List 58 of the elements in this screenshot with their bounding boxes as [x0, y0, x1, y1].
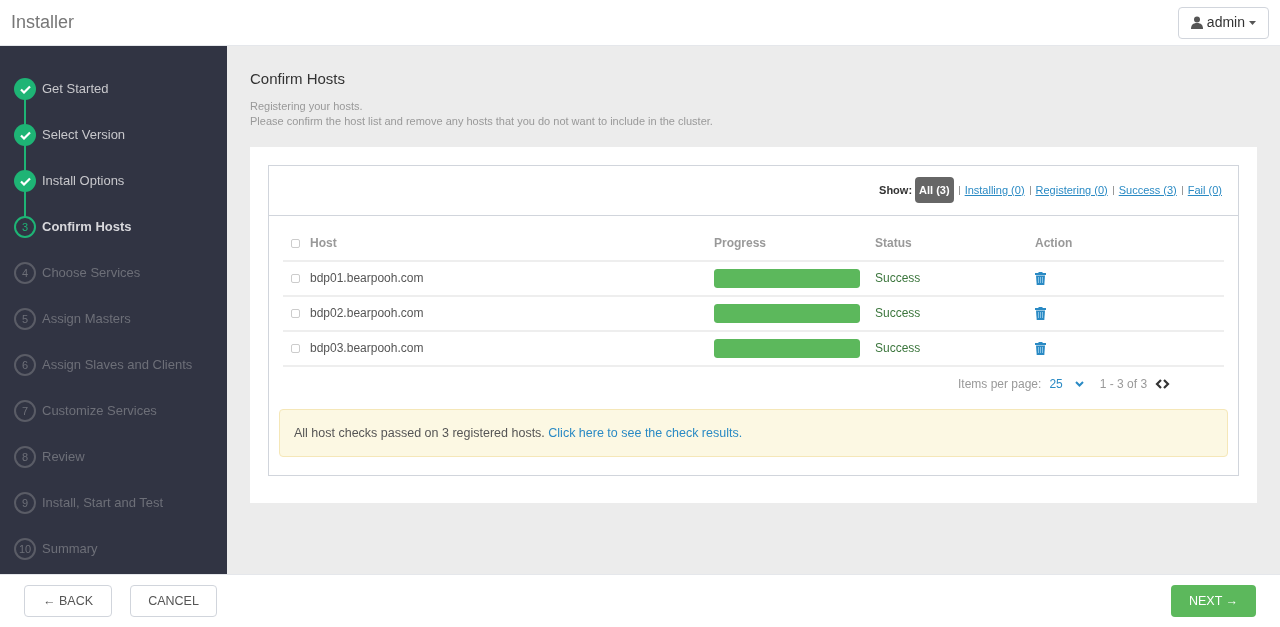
checkbox[interactable] [291, 274, 300, 284]
step-label[interactable]: Review [42, 447, 85, 467]
column-header: Status [875, 235, 912, 250]
trash-icon[interactable] [1035, 306, 1046, 320]
status-text: Success [875, 341, 921, 355]
pagination-label: Items per page: [958, 375, 1042, 393]
host-name: bdp02.bearpooh.com [310, 306, 424, 320]
step-label[interactable]: Get Started [42, 79, 109, 99]
filter-link[interactable]: Registering (0) [1035, 181, 1108, 199]
page-subtitle: Registering your hosts. [250, 98, 364, 114]
step-number: 10 [14, 538, 36, 560]
next-page-icon[interactable] [1163, 378, 1171, 389]
user-icon [1190, 16, 1203, 29]
next-button[interactable]: NEXT → [1171, 585, 1256, 617]
trash-icon[interactable] [1035, 341, 1046, 355]
column-header: Host [310, 235, 337, 250]
page-subtitle: Please confirm the host list and remove any hosts that you do not want to include in the cluster. [250, 113, 714, 129]
checkbox[interactable] [291, 238, 300, 248]
filter-link[interactable]: Success (3) [1118, 181, 1177, 199]
filter-link[interactable]: Installing (0) [964, 181, 1025, 199]
step-number: 8 [14, 446, 36, 468]
step-label[interactable]: Confirm Hosts [42, 217, 132, 237]
step-label[interactable]: Customize Services [42, 401, 157, 421]
step-label[interactable]: Assign Slaves and Clients [42, 355, 193, 375]
check-results-link[interactable]: Click here to see the check results. [548, 425, 743, 440]
user-menu[interactable]: admin [1177, 6, 1269, 39]
column-header: Progress [714, 235, 767, 250]
step-label[interactable]: Install Options [42, 171, 125, 191]
pagination-range: 1 - 3 of 3 [1099, 375, 1148, 393]
step-label[interactable]: Summary [42, 539, 98, 559]
per-page-select[interactable]: 25 [1049, 374, 1084, 393]
step-number: 7 [14, 400, 36, 422]
app-title: Installer [11, 11, 75, 34]
step-number: 5 [14, 308, 36, 330]
trash-icon[interactable] [1035, 271, 1046, 285]
step-label[interactable]: Install, Start and Test [42, 493, 164, 513]
chevron-down-icon [1074, 380, 1084, 387]
step-label[interactable]: Assign Masters [42, 309, 131, 329]
step-label[interactable]: Select Version [42, 125, 126, 145]
page-title: Confirm Hosts [250, 69, 347, 89]
step-number: 4 [14, 262, 36, 284]
host-name: bdp03.bearpooh.com [310, 341, 424, 355]
caret-icon [1249, 20, 1256, 25]
checkbox[interactable] [291, 309, 300, 319]
filter-link[interactable]: All (3) [915, 176, 954, 204]
column-header: Action [1035, 235, 1073, 250]
filter-link[interactable]: Fail (0) [1187, 181, 1222, 199]
host-name: bdp01.bearpooh.com [310, 271, 424, 285]
previous-page-icon[interactable] [1155, 378, 1163, 389]
status-text: Success [875, 271, 921, 285]
checkbox[interactable] [291, 344, 300, 354]
filter-label: Show: [879, 182, 913, 198]
cancel-button[interactable]: CANCEL [130, 585, 217, 617]
status-text: Success [875, 306, 921, 320]
alert-message: All host checks passed on 3 registered hosts. Click here to see the check results. [279, 408, 1228, 458]
step-number: 3 [14, 216, 36, 238]
step-label[interactable]: Choose Services [42, 263, 141, 283]
back-button[interactable]: ← BACK [24, 585, 112, 617]
